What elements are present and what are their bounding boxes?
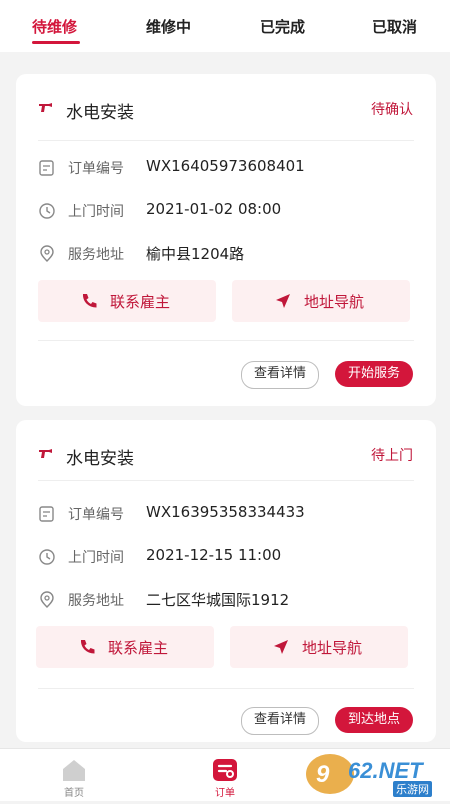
divider: [38, 688, 414, 689]
service-address-row: 服务地址 二七区华城国际1912: [38, 588, 418, 612]
visit-time-value: 2021-12-15 11:00: [146, 546, 282, 564]
clock-icon: [39, 203, 55, 219]
contact-employer-button[interactable]: 联系雇主: [36, 626, 214, 668]
watermark-site-name: 乐游网: [393, 781, 432, 797]
order-number-row: 订单编号 WX16395358334433: [38, 502, 418, 526]
order-number-value: WX16395358334433: [146, 503, 305, 521]
order-card: 水电安装 待上门 订单编号 WX16395358334433 上门时间 2021…: [16, 420, 436, 742]
view-details-button[interactable]: 查看详情: [241, 361, 319, 389]
phone-icon: [80, 640, 95, 654]
arrive-location-button[interactable]: 到达地点: [335, 707, 413, 733]
address-navigation-label: 地址导航: [302, 639, 363, 657]
nav-label-home: 首页: [64, 788, 84, 799]
visit-time-value: 2021-01-02 08:00: [146, 200, 282, 218]
order-status-tabs: 待维修 维修中 已完成 已取消: [0, 0, 450, 52]
service-address-value: 二七区华城国际1912: [146, 591, 290, 609]
tab-in-repair[interactable]: 维修中: [146, 16, 191, 37]
order-number-value: WX16405973608401: [146, 157, 305, 175]
contact-employer-label: 联系雇主: [108, 639, 169, 657]
divider: [38, 340, 414, 341]
order-card-header: 水电安装 待确认: [16, 74, 436, 140]
contact-employer-button[interactable]: 联系雇主: [38, 280, 216, 322]
visit-time-row: 上门时间 2021-12-15 11:00: [38, 545, 418, 569]
navigation-arrow-icon: [276, 294, 290, 308]
service-address-label: 服务地址: [68, 247, 124, 263]
visit-time-row: 上门时间 2021-01-02 08:00: [38, 199, 418, 223]
status-badge: 待确认: [371, 102, 413, 118]
svg-text:9: 9: [316, 761, 330, 788]
svg-text:62.NET: 62.NET: [348, 758, 424, 783]
order-card: 水电安装 待确认 订单编号 WX16405973608401 上门时间 2021…: [16, 74, 436, 406]
drill-icon: [39, 449, 52, 458]
order-number-row: 订单编号 WX16405973608401: [38, 156, 418, 180]
service-address-value: 榆中县1204路: [146, 245, 245, 263]
tab-pending-repair[interactable]: 待维修: [32, 16, 77, 37]
address-navigation-button[interactable]: 地址导航: [230, 626, 408, 668]
service-title: 水电安装: [66, 449, 134, 469]
divider: [38, 140, 414, 141]
nav-label-orders: 订单: [215, 788, 235, 799]
order-number-label: 订单编号: [68, 161, 124, 177]
order-card-header: 水电安装 待上门: [16, 420, 436, 486]
visit-time-label: 上门时间: [68, 550, 124, 566]
nav-item-orders[interactable]: 订单: [180, 749, 270, 801]
tab-cancelled[interactable]: 已取消: [372, 16, 417, 37]
document-icon: [39, 506, 54, 522]
divider: [38, 480, 414, 481]
location-pin-icon: [40, 245, 54, 262]
visit-time-label: 上门时间: [68, 204, 124, 220]
nav-item-home[interactable]: 首页: [29, 749, 119, 801]
address-navigation-button[interactable]: 地址导航: [232, 280, 410, 322]
order-number-label: 订单编号: [68, 507, 124, 523]
navigation-arrow-icon: [274, 640, 288, 654]
active-tab-indicator: [32, 41, 80, 44]
drill-icon: [39, 103, 52, 112]
address-navigation-label: 地址导航: [304, 293, 365, 311]
contact-employer-label: 联系雇主: [110, 293, 171, 311]
document-icon: [39, 160, 54, 176]
view-details-button[interactable]: 查看详情: [241, 707, 319, 735]
home-icon: [63, 760, 85, 781]
order-icon: [213, 759, 237, 781]
location-pin-icon: [40, 591, 54, 608]
clock-icon: [39, 549, 55, 565]
status-badge: 待上门: [371, 448, 413, 464]
service-address-row: 服务地址 榆中县1204路: [38, 242, 418, 266]
service-address-label: 服务地址: [68, 593, 124, 609]
service-title: 水电安装: [66, 103, 134, 123]
phone-icon: [82, 294, 97, 308]
start-service-button[interactable]: 开始服务: [335, 361, 413, 387]
tab-completed[interactable]: 已完成: [260, 16, 305, 37]
